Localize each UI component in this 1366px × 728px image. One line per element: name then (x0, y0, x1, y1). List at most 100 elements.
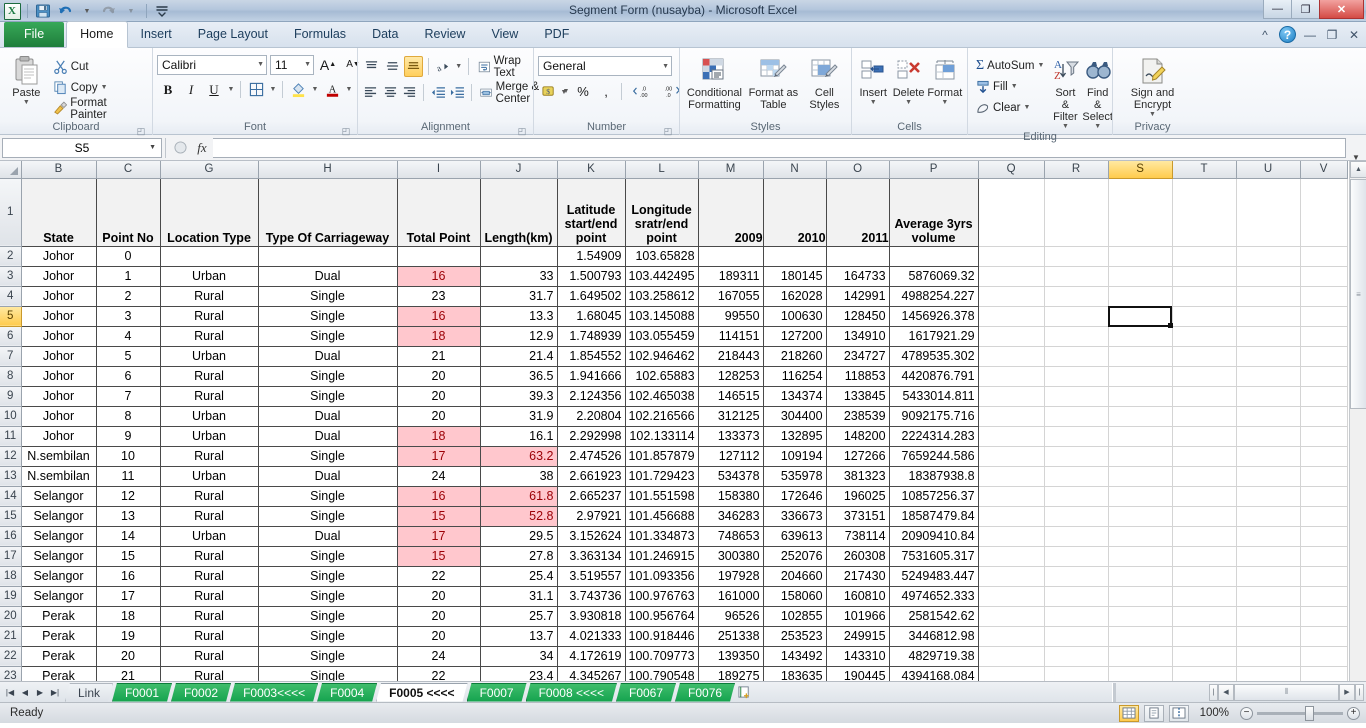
cell-carriageway-7[interactable]: Dual (257, 345, 398, 367)
sheet-tab-f0076[interactable]: F0076 (675, 683, 735, 702)
column-header-Q[interactable]: Q (978, 161, 1045, 179)
cell-y2009-8[interactable]: 128253 (697, 365, 764, 387)
percent-style-button[interactable]: % (572, 81, 594, 102)
cell-U6[interactable] (1236, 326, 1301, 347)
cell-R13[interactable] (1044, 466, 1109, 487)
row-header-13[interactable]: 13 (0, 466, 22, 487)
cell-V13[interactable] (1300, 466, 1348, 487)
cell-S21[interactable] (1108, 626, 1173, 647)
cell-T19[interactable] (1172, 586, 1237, 607)
copy-button[interactable]: Copy ▼ (49, 77, 148, 98)
cell-state-12[interactable]: N.sembilan (20, 445, 97, 467)
cell-length-8[interactable]: 36.5 (479, 365, 558, 387)
cell-total_point-2[interactable] (396, 245, 481, 267)
cell-lat-7[interactable]: 1.854552 (556, 345, 626, 367)
cell-state-18[interactable]: Selangor (20, 565, 97, 587)
cell-total_point-4[interactable]: 23 (396, 285, 481, 307)
cell-lon-16[interactable]: 101.334873 (624, 525, 699, 547)
cell-Q17[interactable] (978, 546, 1045, 567)
cell-S20[interactable] (1108, 606, 1173, 627)
cell-S2[interactable] (1108, 246, 1173, 267)
cell-state-11[interactable]: Johor (20, 425, 97, 447)
zoom-slider[interactable]: − + (1240, 705, 1360, 721)
cell-U19[interactable] (1236, 586, 1301, 607)
sheet-tab-link[interactable]: Link (65, 683, 113, 702)
cell-total_point-22[interactable]: 24 (396, 645, 481, 667)
cell-lon-19[interactable]: 100.976763 (624, 585, 699, 607)
tab-page-layout[interactable]: Page Layout (185, 22, 281, 47)
cell-state-7[interactable]: Johor (20, 345, 97, 367)
cell-total_point-11[interactable]: 18 (396, 425, 481, 447)
cell-R5[interactable] (1044, 306, 1109, 327)
first-sheet-button[interactable]: |◀ (3, 685, 17, 700)
cell-avg-21[interactable]: 3446812.98 (888, 625, 979, 647)
row-header-3[interactable]: 3 (0, 266, 22, 287)
font-dialog-launcher[interactable]: ◰ (341, 124, 351, 136)
cell-carriageway-17[interactable]: Single (257, 545, 398, 567)
cell-lat-20[interactable]: 3.930818 (556, 605, 626, 627)
format-as-table-button[interactable]: Format as Table (746, 53, 801, 111)
horizontal-scrollbar[interactable]: | ◀ ⦀ ▶ | (1209, 683, 1364, 701)
row-header-23[interactable]: 23 (0, 666, 22, 681)
cell-T20[interactable] (1172, 606, 1237, 627)
cell-state-23[interactable]: Perak (20, 665, 97, 681)
row-header-6[interactable]: 6 (0, 326, 22, 347)
cell-S17[interactable] (1108, 546, 1173, 567)
cell-point_no-18[interactable]: 16 (95, 565, 161, 587)
sign-encrypt-button[interactable]: Sign and Encrypt ▼ (1124, 53, 1182, 118)
cell-Q18[interactable] (978, 566, 1045, 587)
bold-button[interactable]: B (157, 79, 179, 100)
cell-y2010-4[interactable]: 162028 (762, 285, 827, 307)
cell-location_type-21[interactable]: Rural (159, 625, 259, 647)
cell-lat-11[interactable]: 2.292998 (556, 425, 626, 447)
cell-carriageway-15[interactable]: Single (257, 505, 398, 527)
spreadsheet-grid[interactable]: B C G H I J K L M N O P Q R S T U V 1 St… (0, 161, 1366, 681)
cell-lat-17[interactable]: 3.363134 (556, 545, 626, 567)
cell-y2011-23[interactable]: 190445 (825, 665, 890, 681)
cell-S14[interactable] (1108, 486, 1173, 507)
cell-Q6[interactable] (978, 326, 1045, 347)
paste-button[interactable]: Paste ▼ (4, 53, 49, 106)
clipboard-dialog-launcher[interactable]: ◰ (136, 124, 146, 136)
cell-V21[interactable] (1300, 626, 1348, 647)
cell-location_type-9[interactable]: Rural (159, 385, 259, 407)
cell-location_type-20[interactable]: Rural (159, 605, 259, 627)
cell-y2011-4[interactable]: 142991 (825, 285, 890, 307)
cell-R3[interactable] (1044, 266, 1109, 287)
cell-y2009-19[interactable]: 161000 (697, 585, 764, 607)
cell-lat-3[interactable]: 1.500793 (556, 265, 626, 287)
clear-dropdown-icon[interactable]: ▼ (1023, 104, 1030, 111)
cell-y2009-13[interactable]: 534378 (697, 465, 764, 487)
cell-total_point-6[interactable]: 18 (396, 325, 481, 347)
cell-y2011-10[interactable]: 238539 (825, 405, 890, 427)
cell-y2011-18[interactable]: 217430 (825, 565, 890, 587)
cell-U21[interactable] (1236, 626, 1301, 647)
cell-avg-8[interactable]: 4420876.791 (888, 365, 979, 387)
cell-carriageway-16[interactable]: Dual (257, 525, 398, 547)
cell-total_point-21[interactable]: 20 (396, 625, 481, 647)
sheet-tab-f0067[interactable]: F0067 (616, 683, 676, 702)
cell-avg-10[interactable]: 9092175.716 (888, 405, 979, 427)
cell-S5[interactable] (1108, 306, 1173, 327)
cell-carriageway-8[interactable]: Single (257, 365, 398, 387)
scroll-up-button[interactable]: ▲ (1350, 161, 1366, 178)
cell-y2010-7[interactable]: 218260 (762, 345, 827, 367)
cell-state-2[interactable]: Johor (20, 245, 97, 267)
cell-y2011-16[interactable]: 738114 (825, 525, 890, 547)
cell-lon-23[interactable]: 100.790548 (624, 665, 699, 681)
cell-T13[interactable] (1172, 466, 1237, 487)
cell-S16[interactable] (1108, 526, 1173, 547)
cell-V8[interactable] (1300, 366, 1348, 387)
cell-Q3[interactable] (978, 266, 1045, 287)
cell-y2011-14[interactable]: 196025 (825, 485, 890, 507)
cell-total_point-8[interactable]: 20 (396, 365, 481, 387)
align-top-icon[interactable] (362, 56, 381, 77)
decrease-indent-icon[interactable] (429, 82, 446, 103)
cell-y2011-15[interactable]: 373151 (825, 505, 890, 527)
cell-point_no-11[interactable]: 9 (95, 425, 161, 447)
wrap-text-button[interactable]: Wrap Text (474, 55, 541, 79)
fill-color-dropdown-icon[interactable]: ▼ (310, 79, 320, 100)
cell-R4[interactable] (1044, 286, 1109, 307)
cell-lat-6[interactable]: 1.748939 (556, 325, 626, 347)
sheet-tab-f0007[interactable]: F0007 (467, 683, 527, 702)
